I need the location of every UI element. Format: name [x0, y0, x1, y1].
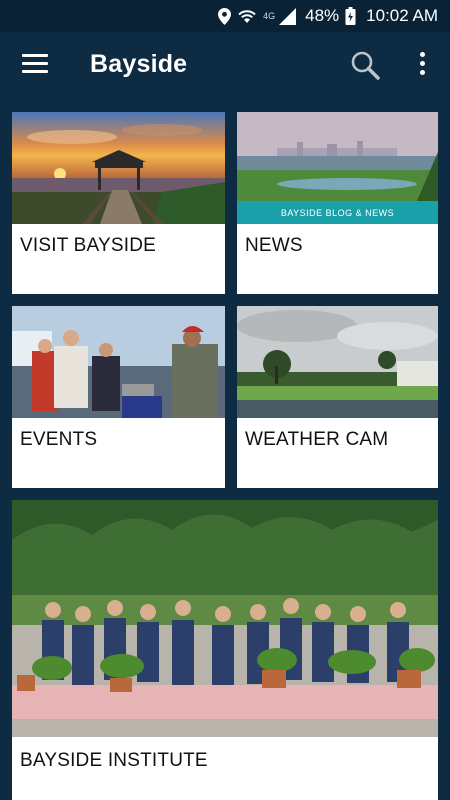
search-icon	[351, 51, 380, 80]
app-title: Bayside	[90, 50, 188, 78]
visit-bayside-image	[12, 112, 225, 224]
status-bar: 4G 48% 10:02 AM	[0, 0, 450, 32]
more-options-button[interactable]	[418, 52, 426, 78]
hamburger-menu-icon	[22, 54, 48, 73]
tile-label: WEATHER CAM	[245, 429, 389, 450]
tile-label: NEWS	[245, 235, 303, 256]
app-bar: Bayside	[0, 32, 450, 98]
menu-button[interactable]	[22, 54, 48, 74]
battery-charging-icon	[345, 7, 356, 25]
weather-cam-image	[237, 306, 438, 418]
search-button[interactable]	[350, 50, 380, 80]
status-time: 10:02 AM	[366, 6, 438, 25]
signal-icon	[279, 7, 297, 25]
location-pin-icon	[218, 7, 232, 25]
network-type-label: 4G	[263, 11, 276, 21]
news-image	[237, 112, 438, 201]
tile-visit-bayside[interactable]: VISIT BAYSIDE	[12, 112, 225, 294]
more-vert-icon	[418, 52, 426, 75]
events-image	[12, 306, 225, 418]
wifi-icon	[238, 10, 256, 23]
tile-events[interactable]: EVENTS	[12, 306, 225, 488]
tile-label: EVENTS	[20, 429, 98, 450]
tile-bayside-institute[interactable]: BAYSIDE INSTITUTE	[12, 500, 438, 800]
tile-news[interactable]: BAYSIDE BLOG & NEWS NEWS	[237, 112, 438, 294]
tile-label: VISIT BAYSIDE	[20, 235, 156, 256]
battery-percent: 48%	[305, 6, 340, 25]
tile-label: BAYSIDE INSTITUTE	[20, 750, 208, 771]
bayside-institute-image	[12, 500, 438, 737]
tile-weather-cam[interactable]: WEATHER CAM	[237, 306, 438, 488]
news-banner: BAYSIDE BLOG & NEWS	[237, 201, 438, 224]
